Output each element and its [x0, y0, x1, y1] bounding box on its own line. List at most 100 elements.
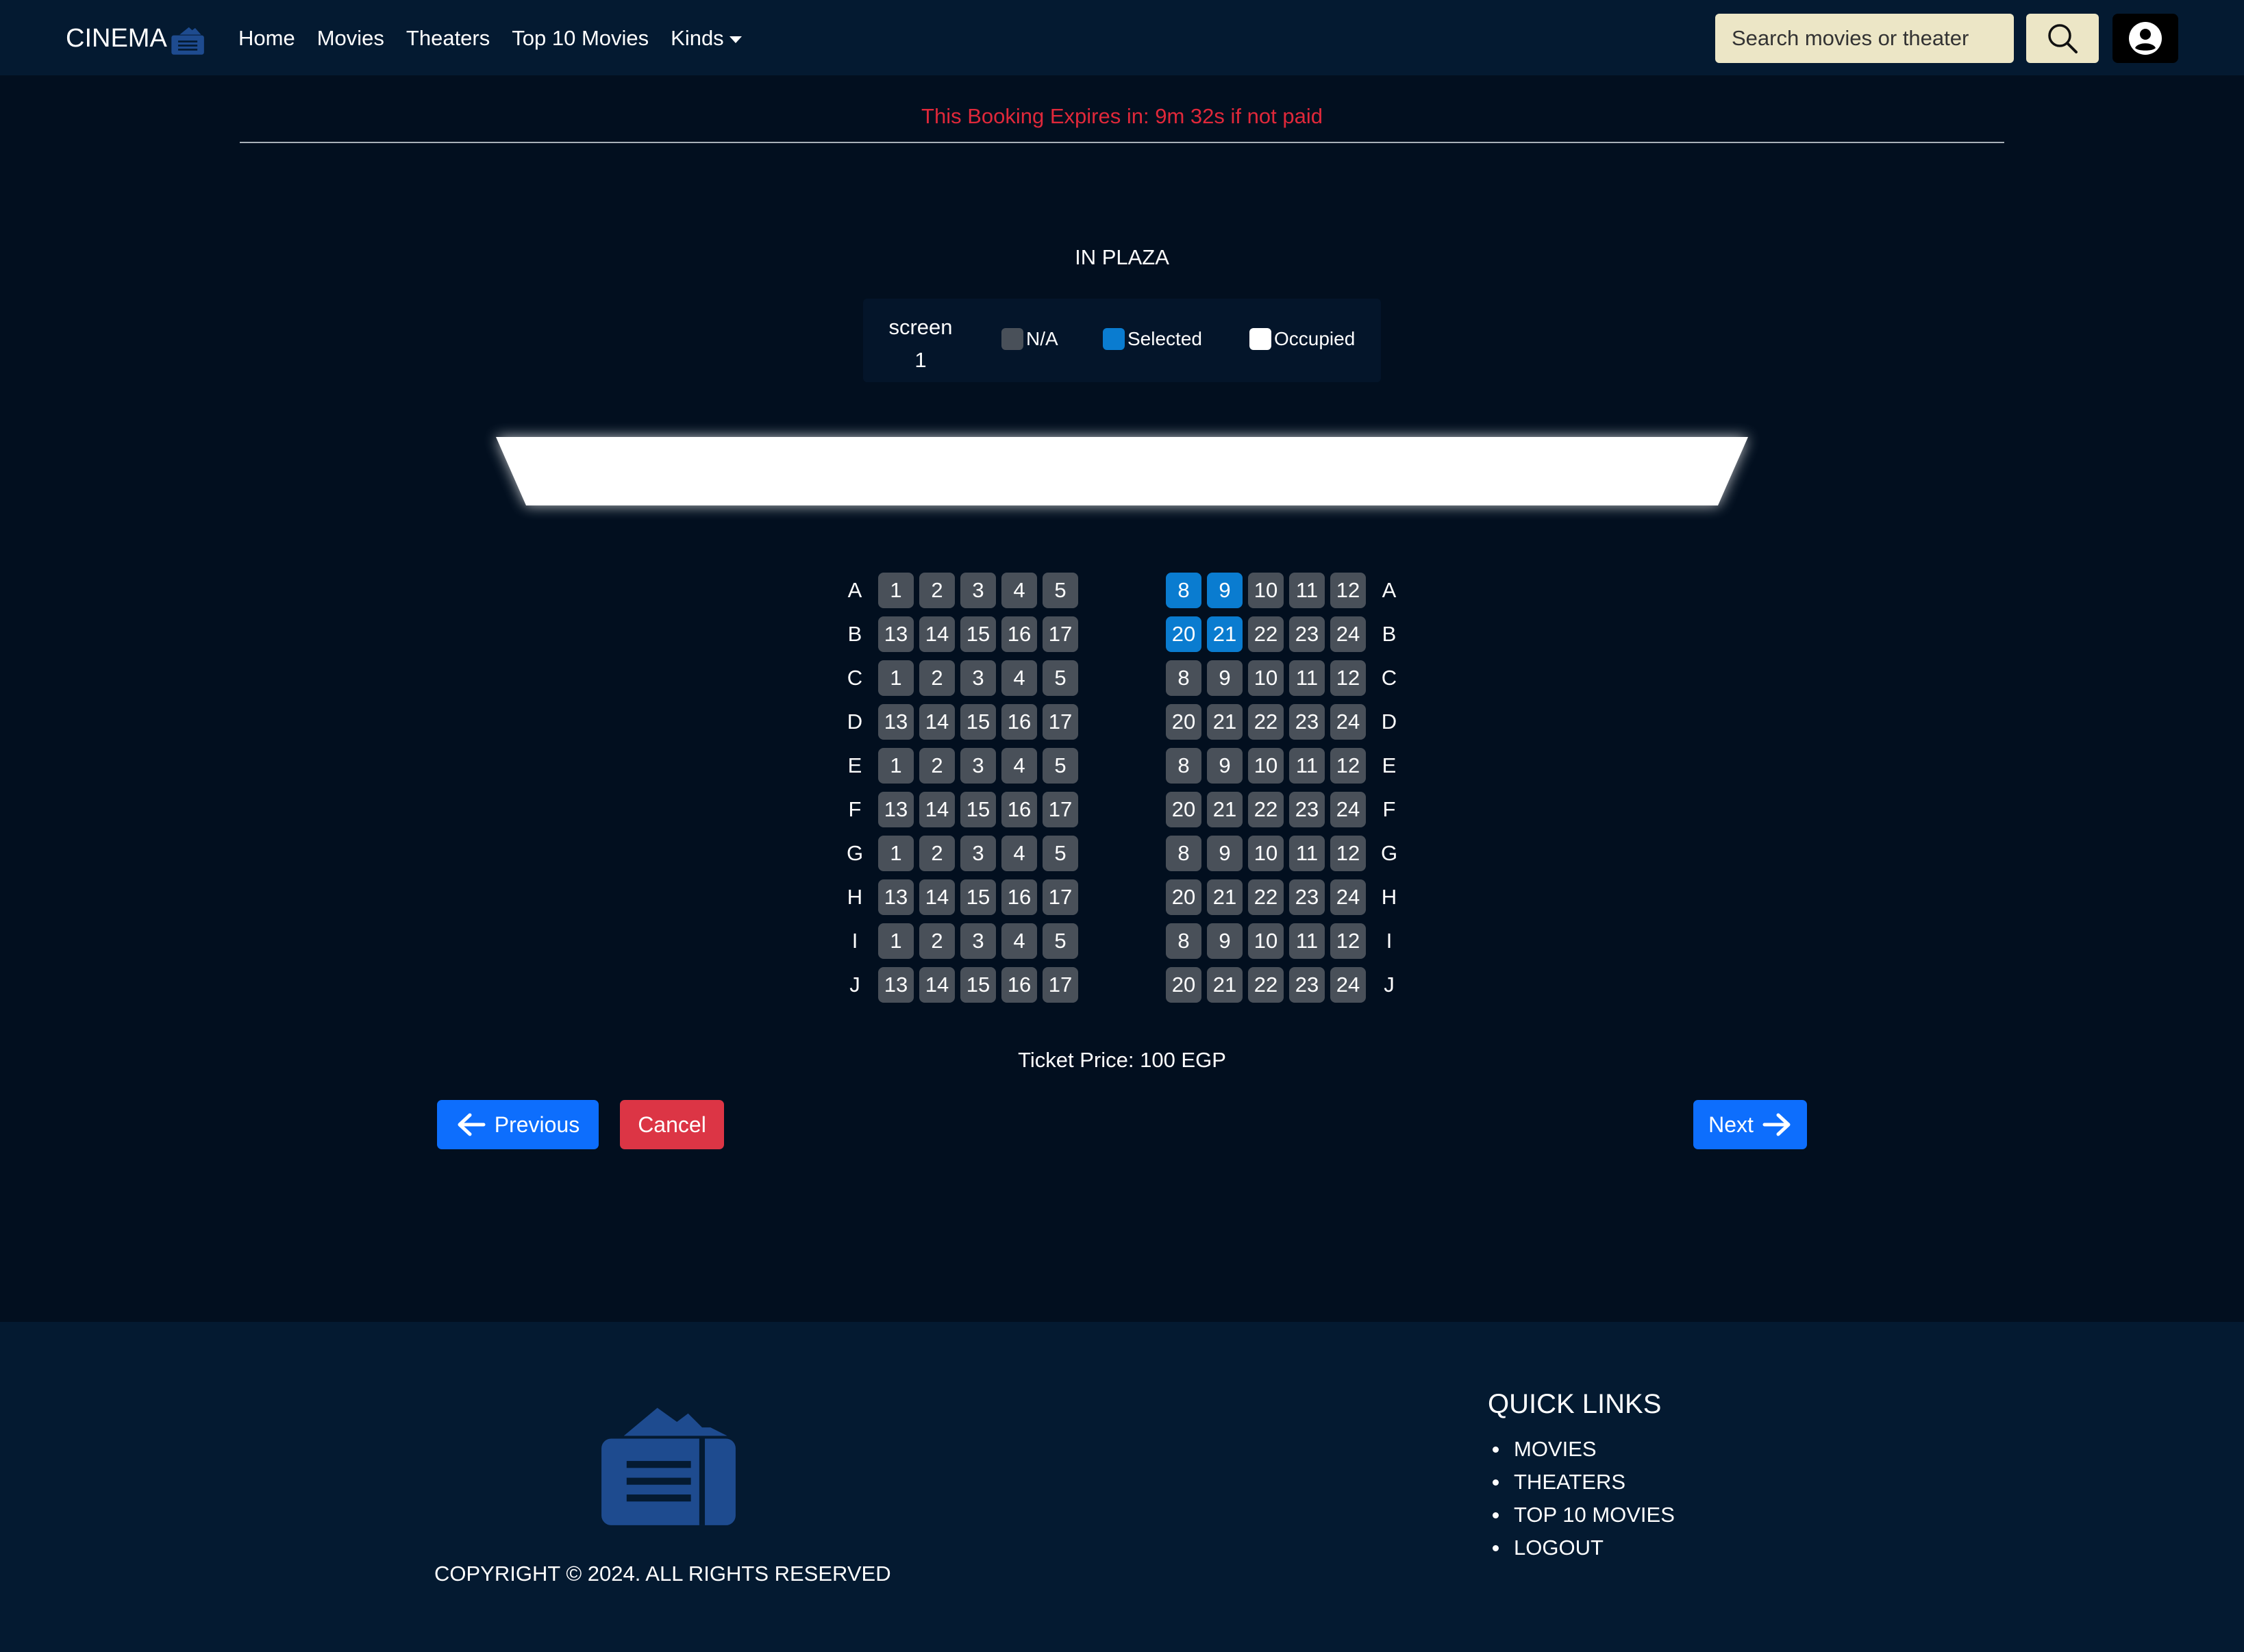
seat[interactable]: 11 [1289, 573, 1325, 608]
seat[interactable]: 10 [1248, 573, 1284, 608]
seat[interactable]: 23 [1289, 967, 1325, 1003]
seat[interactable]: 1 [878, 923, 914, 959]
seat[interactable]: 3 [960, 660, 996, 696]
seat[interactable]: 15 [960, 792, 996, 827]
seat[interactable]: 4 [1001, 573, 1037, 608]
seat[interactable]: 4 [1001, 660, 1037, 696]
seat[interactable]: 20 [1166, 704, 1201, 740]
seat[interactable]: 8 [1166, 836, 1201, 871]
seat[interactable]: 3 [960, 748, 996, 784]
seat[interactable]: 4 [1001, 748, 1037, 784]
seat[interactable]: 3 [960, 836, 996, 871]
seat[interactable]: 3 [960, 573, 996, 608]
seat[interactable]: 13 [878, 879, 914, 915]
seat[interactable]: 9 [1207, 660, 1243, 696]
seat[interactable]: 1 [878, 573, 914, 608]
seat[interactable]: 23 [1289, 792, 1325, 827]
quick-link-top-10-movies[interactable]: TOP 10 MOVIES [1488, 1499, 1675, 1531]
seat[interactable]: 21 [1207, 792, 1243, 827]
seat[interactable]: 1 [878, 660, 914, 696]
nav-home[interactable]: Home [238, 26, 295, 51]
seat[interactable]: 16 [1001, 967, 1037, 1003]
quick-link-theaters[interactable]: THEATERS [1488, 1466, 1675, 1499]
seat[interactable]: 23 [1289, 704, 1325, 740]
seat[interactable]: 17 [1043, 879, 1078, 915]
seat[interactable]: 13 [878, 616, 914, 652]
seat[interactable]: 14 [919, 879, 955, 915]
search-button[interactable] [2026, 14, 2099, 63]
seat[interactable]: 10 [1248, 748, 1284, 784]
nav-kinds-dropdown[interactable]: Kinds [671, 26, 742, 51]
seat[interactable]: 20 [1166, 967, 1201, 1003]
seat[interactable]: 20 [1166, 879, 1201, 915]
user-account-button[interactable] [2112, 14, 2178, 63]
seat[interactable]: 5 [1043, 836, 1078, 871]
seat[interactable]: 5 [1043, 573, 1078, 608]
previous-button[interactable]: Previous [437, 1100, 599, 1149]
seat[interactable]: 23 [1289, 616, 1325, 652]
seat[interactable]: 24 [1330, 616, 1366, 652]
seat[interactable]: 16 [1001, 616, 1037, 652]
seat[interactable]: 12 [1330, 836, 1366, 871]
seat[interactable]: 20 [1166, 616, 1201, 652]
nav-theaters[interactable]: Theaters [406, 26, 490, 51]
seat[interactable]: 21 [1207, 967, 1243, 1003]
seat[interactable]: 24 [1330, 792, 1366, 827]
nav-top-10-movies[interactable]: Top 10 Movies [512, 26, 649, 51]
seat[interactable]: 11 [1289, 660, 1325, 696]
seat[interactable]: 17 [1043, 704, 1078, 740]
seat[interactable]: 24 [1330, 704, 1366, 740]
seat[interactable]: 22 [1248, 792, 1284, 827]
seat[interactable]: 12 [1330, 923, 1366, 959]
seat[interactable]: 10 [1248, 660, 1284, 696]
seat[interactable]: 21 [1207, 879, 1243, 915]
seat[interactable]: 14 [919, 704, 955, 740]
seat[interactable]: 14 [919, 616, 955, 652]
seat[interactable]: 10 [1248, 836, 1284, 871]
seat[interactable]: 15 [960, 616, 996, 652]
next-button[interactable]: Next [1693, 1100, 1807, 1149]
seat[interactable]: 9 [1207, 573, 1243, 608]
seat[interactable]: 4 [1001, 836, 1037, 871]
seat[interactable]: 17 [1043, 792, 1078, 827]
seat[interactable]: 12 [1330, 748, 1366, 784]
seat[interactable]: 2 [919, 573, 955, 608]
seat[interactable]: 11 [1289, 748, 1325, 784]
seat[interactable]: 8 [1166, 923, 1201, 959]
seat[interactable]: 9 [1207, 748, 1243, 784]
seat[interactable]: 16 [1001, 704, 1037, 740]
cancel-button[interactable]: Cancel [620, 1100, 724, 1149]
seat[interactable]: 2 [919, 923, 955, 959]
seat[interactable]: 22 [1248, 879, 1284, 915]
seat[interactable]: 20 [1166, 792, 1201, 827]
seat[interactable]: 2 [919, 748, 955, 784]
seat[interactable]: 15 [960, 967, 996, 1003]
seat[interactable]: 23 [1289, 879, 1325, 915]
brand-logo[interactable]: CINEMA [66, 19, 205, 58]
seat[interactable]: 15 [960, 879, 996, 915]
seat[interactable]: 11 [1289, 836, 1325, 871]
seat[interactable]: 10 [1248, 923, 1284, 959]
seat[interactable]: 12 [1330, 573, 1366, 608]
seat[interactable]: 9 [1207, 923, 1243, 959]
seat[interactable]: 8 [1166, 573, 1201, 608]
seat[interactable]: 8 [1166, 660, 1201, 696]
seat[interactable]: 5 [1043, 923, 1078, 959]
seat[interactable]: 21 [1207, 704, 1243, 740]
quick-link-movies[interactable]: MOVIES [1488, 1433, 1675, 1466]
seat[interactable]: 3 [960, 923, 996, 959]
seat[interactable]: 14 [919, 792, 955, 827]
seat[interactable]: 16 [1001, 879, 1037, 915]
seat[interactable]: 13 [878, 792, 914, 827]
seat[interactable]: 8 [1166, 748, 1201, 784]
seat[interactable]: 4 [1001, 923, 1037, 959]
quick-link-logout[interactable]: LOGOUT [1488, 1531, 1675, 1564]
seat[interactable]: 13 [878, 967, 914, 1003]
search-input[interactable] [1715, 14, 2014, 63]
seat[interactable]: 21 [1207, 616, 1243, 652]
seat[interactable]: 2 [919, 660, 955, 696]
nav-movies[interactable]: Movies [317, 26, 384, 51]
seat[interactable]: 24 [1330, 967, 1366, 1003]
seat[interactable]: 5 [1043, 748, 1078, 784]
seat[interactable]: 16 [1001, 792, 1037, 827]
